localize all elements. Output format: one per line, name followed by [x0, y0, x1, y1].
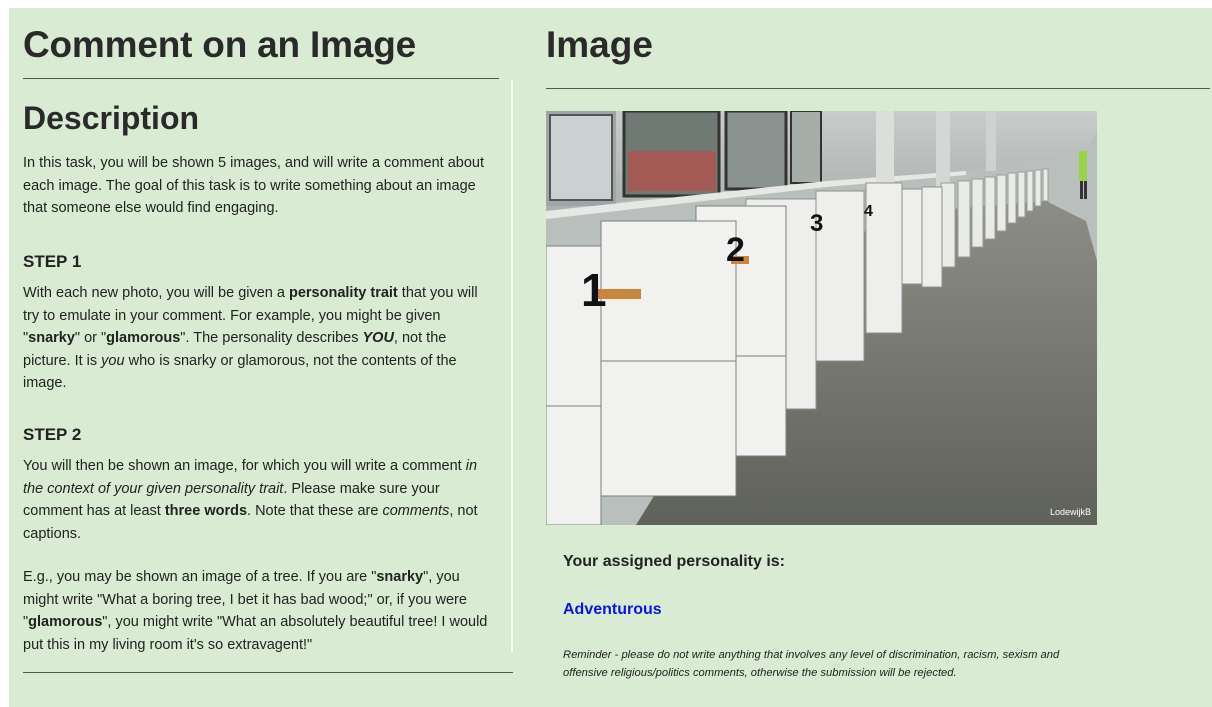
example-emphasis: snarky: [376, 569, 424, 585]
example-text: E.g., you may be shown an image of a tre…: [23, 569, 377, 585]
photo-illustration: 1 2 3 4 LodewijkB: [546, 111, 1097, 525]
image-title: Image: [546, 24, 653, 65]
step2-emphasis: three words: [164, 503, 248, 520]
step1-emphasis: YOU: [362, 330, 394, 347]
photo-credit: LodewijkB: [1050, 507, 1091, 517]
step1-heading: STEP 1: [23, 252, 82, 271]
kiosk-number: 3: [810, 210, 823, 237]
step1-text: ". The personality describes: [180, 330, 363, 347]
description-scrollbar[interactable]: [511, 80, 513, 652]
assigned-personality-label: Your assigned personality is:: [563, 553, 785, 570]
step2-text: . Note that these are: [247, 503, 383, 520]
step1-text: With each new photo, you will be given a: [23, 285, 289, 301]
task-photo: 1 2 3 4 LodewijkB: [546, 111, 1097, 525]
reminder-text: Reminder - please do not write anything …: [563, 649, 1060, 679]
example-paragraph: E.g., you may be shown an image of a tre…: [23, 566, 493, 652]
step1-text: " or ": [74, 330, 107, 347]
step1-paragraph: With each new photo, you will be given a…: [23, 282, 493, 395]
intro-paragraph: In this task, you will be shown 5 images…: [23, 155, 484, 217]
image-title-divider: [546, 88, 1210, 89]
step1-emphasis: glamorous: [106, 330, 181, 347]
kiosk-number: 4: [864, 203, 873, 220]
step2-emphasis: comments: [382, 503, 450, 520]
step2-paragraph: You will then be shown an image, for whi…: [23, 455, 493, 545]
step1-emphasis: snarky: [28, 330, 75, 347]
page: Comment on an Image Description In this …: [9, 8, 1212, 707]
step1-emphasis: you: [101, 352, 125, 369]
kiosk-number: 2: [726, 231, 745, 269]
step2-heading: STEP 2: [23, 425, 82, 444]
page-title: Comment on an Image: [23, 24, 416, 65]
bottom-divider: [23, 672, 513, 673]
description-scroll-area[interactable]: Description In this task, you will be sh…: [23, 80, 513, 652]
image-panel: Image 1 2 3 4 LodewijkB Your assigned pe…: [546, 8, 1212, 707]
title-divider: [23, 78, 499, 79]
step1-emphasis: personality trait: [288, 285, 398, 301]
example-emphasis: glamorous: [28, 614, 103, 631]
kiosk-number: 1: [581, 264, 607, 316]
description-heading: Description: [23, 100, 200, 136]
personality-value: Adventurous: [563, 601, 662, 618]
step2-text: You will then be shown an image, for whi…: [23, 458, 466, 474]
